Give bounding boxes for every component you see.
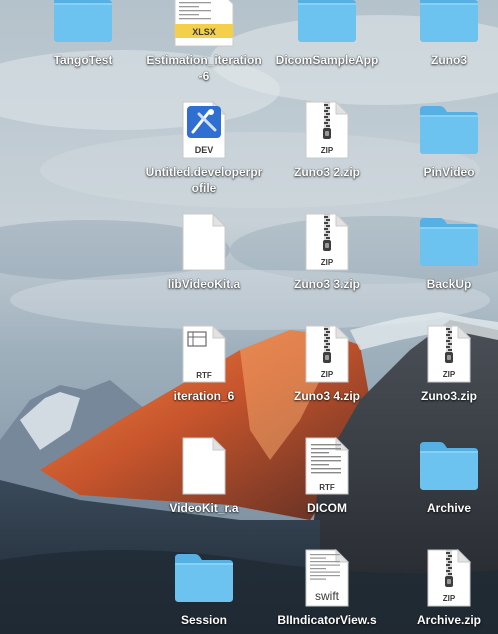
desktop-item-label: iteration_6 [173,389,235,403]
desktop-item-label: Zuno3 4.zip [294,389,360,403]
folder-icon[interactable] [417,210,481,274]
developer-profile-icon[interactable]: DEV [172,98,236,162]
desktop-item-label: Session [180,613,228,627]
desktop-item-label: Untitled.developerprofile [145,165,263,195]
svg-text:XLSX: XLSX [192,27,216,37]
zip-icon[interactable]: ZIP [295,322,359,386]
svg-text:swift: swift [315,589,340,603]
desktop-item[interactable]: Session [142,546,266,634]
desktop-item[interactable]: swift BIIndicatorView.s [265,546,389,634]
folder-icon[interactable] [417,434,481,498]
svg-text:RTF: RTF [319,483,335,492]
svg-text:ZIP: ZIP [321,370,334,379]
desktop-item-label: BackUp [426,277,472,291]
desktop-item-label: BIIndicatorView.s [277,613,377,627]
zip-icon[interactable]: ZIP [417,322,481,386]
desktop-item[interactable]: Zuno3 [387,0,498,98]
desktop-item[interactable]: RTF DICOM [265,434,389,546]
xlsx-icon[interactable]: XLSX [172,0,236,50]
desktop-item-label: DICOM [307,501,347,515]
desktop-item[interactable]: ZIP Zuno3 2.zip [265,98,389,210]
desktop-item-label: Estimation_iteration-6 [146,53,262,83]
folder-icon[interactable] [417,0,481,50]
rtf-icon[interactable]: RTF [172,322,236,386]
desktop-item-label: Zuno3 3.zip [294,277,360,291]
desktop-item-label: Archive [426,501,472,515]
desktop-item[interactable]: ZIP Zuno3 3.zip [265,210,389,322]
desktop-item[interactable]: ZIP Zuno3.zip [387,322,498,434]
desktop-item[interactable]: Archive [387,434,498,546]
svg-text:RTF: RTF [196,371,212,380]
zip-icon[interactable]: ZIP [295,210,359,274]
desktop-item-label: Zuno3 [431,53,467,67]
desktop-item[interactable]: DicomSampleApp [265,0,389,98]
desktop-item-label: libVideoKit.a [167,277,241,291]
desktop-item-label: Zuno3.zip [421,389,477,403]
svg-text:ZIP: ZIP [321,146,334,155]
desktop-item[interactable]: VideoKit_r.a [142,434,266,546]
desktop-item[interactable]: TangoTest [21,0,145,98]
desktop-item[interactable]: RTF iteration_6 [142,322,266,434]
document-icon[interactable] [172,434,236,498]
desktop-item[interactable]: ZIP Zuno3 4.zip [265,322,389,434]
zip-icon[interactable]: ZIP [295,98,359,162]
svg-text:ZIP: ZIP [443,370,456,379]
desktop-item[interactable]: PinVideo [387,98,498,210]
desktop-item[interactable]: libVideoKit.a [142,210,266,322]
desktop-item-label: VideoKit_r.a [169,501,239,515]
document-icon[interactable] [172,210,236,274]
desktop-item[interactable]: ZIP Archive.zip [387,546,498,634]
folder-icon[interactable] [172,546,236,610]
desktop-item[interactable]: XLSX Estimation_iteration-6 [142,0,266,98]
desktop[interactable]: TangoTest XLSX Estimation_iteration-6 Di… [0,0,498,634]
desktop-item-label: Zuno3 2.zip [294,165,360,179]
swift-icon[interactable]: swift [295,546,359,610]
desktop-item[interactable]: DEV Untitled.developerprofile [142,98,266,210]
desktop-item-label: TangoTest [53,53,113,67]
folder-icon[interactable] [417,98,481,162]
folder-icon[interactable] [295,0,359,50]
folder-icon[interactable] [51,0,115,50]
rtf-icon[interactable]: RTF [295,434,359,498]
desktop-item[interactable]: BackUp [387,210,498,322]
desktop-item-label: Archive.zip [416,613,482,627]
svg-text:ZIP: ZIP [443,594,456,603]
desktop-item-label: PinVideo [423,165,475,179]
zip-icon[interactable]: ZIP [417,546,481,610]
svg-text:ZIP: ZIP [321,258,334,267]
svg-text:DEV: DEV [195,145,214,155]
desktop-item-label: DicomSampleApp [275,53,379,67]
